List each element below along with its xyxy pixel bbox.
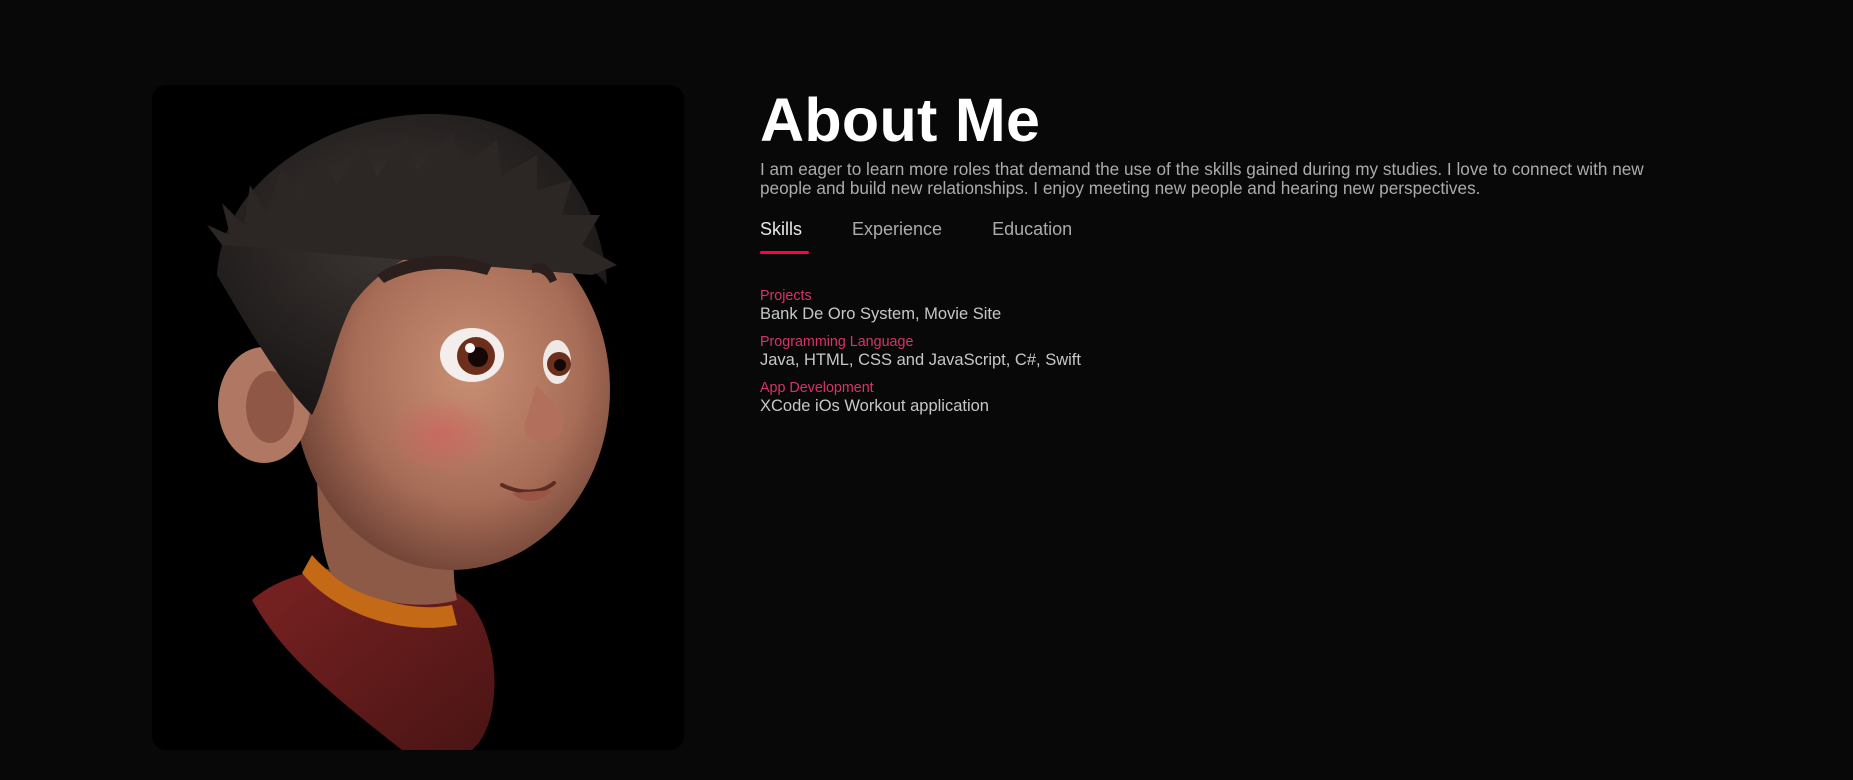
skill-heading: Projects xyxy=(760,288,812,304)
skill-value: Bank De Oro System, Movie Site xyxy=(760,305,1002,323)
tab-education[interactable]: Education xyxy=(992,218,1072,254)
cartoon-boy-portrait-icon xyxy=(152,85,684,750)
intro-paragraph: I am eager to learn more roles that dema… xyxy=(760,159,1644,198)
about-content: About Me I am eager to learn more roles … xyxy=(760,82,1680,426)
about-tabs: Skills Experience Education xyxy=(760,218,1680,254)
list-item: Programming Language Java, HTML, CSS and… xyxy=(760,334,1680,370)
skill-heading: App Development xyxy=(760,380,874,396)
about-section: About Me I am eager to learn more roles … xyxy=(0,0,1853,780)
list-item: App Development XCode iOs Workout applic… xyxy=(760,380,1680,416)
profile-image xyxy=(152,85,684,750)
skill-value: XCode iOs Workout application xyxy=(760,397,989,415)
list-item: Projects Bank De Oro System, Movie Site xyxy=(760,288,1680,324)
skill-heading: Programming Language xyxy=(760,334,914,350)
page-title: About Me xyxy=(760,86,1041,154)
tab-experience[interactable]: Experience xyxy=(852,218,942,254)
skills-list: Projects Bank De Oro System, Movie Site … xyxy=(760,288,1680,416)
tab-skills[interactable]: Skills xyxy=(760,218,810,254)
skill-value: Java, HTML, CSS and JavaScript, C#, Swif… xyxy=(760,351,1081,369)
